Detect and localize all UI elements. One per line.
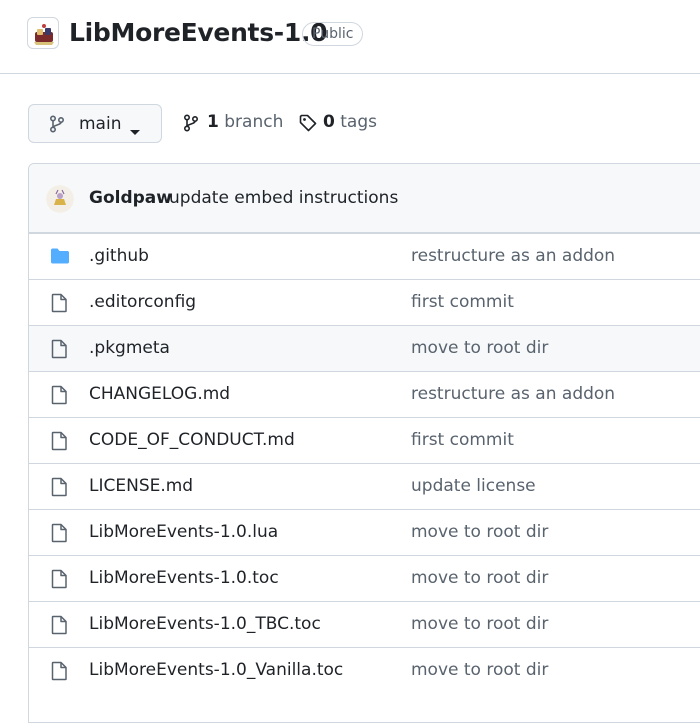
file-commit-message-link[interactable]: restructure as an addon xyxy=(411,245,615,267)
file-name-link[interactable]: LICENSE.md xyxy=(89,475,193,497)
file-row[interactable]: .editorconfig first commit xyxy=(29,279,700,325)
file-commit-message-link[interactable]: first commit xyxy=(411,429,514,451)
file-row[interactable]: LibMoreEvents-1.0_TBC.toc move to root di… xyxy=(29,601,700,647)
branch-select-button[interactable]: main xyxy=(28,104,162,143)
branch-count: 1 xyxy=(207,112,219,132)
file-row[interactable]: CHANGELOG.md restructure as an addon xyxy=(29,371,700,417)
folder-icon xyxy=(50,247,70,269)
file-icon xyxy=(50,661,68,685)
file-commit-message-link[interactable]: move to root dir xyxy=(411,521,548,543)
git-branch-icon xyxy=(49,115,65,137)
file-name-link[interactable]: .editorconfig xyxy=(89,291,196,313)
owner-avatar[interactable] xyxy=(27,17,59,49)
git-branch-icon xyxy=(183,114,199,132)
tag-label: tags xyxy=(340,112,377,132)
file-name-link[interactable]: LibMoreEvents-1.0_Vanilla.toc xyxy=(89,659,343,681)
file-name-link[interactable]: .github xyxy=(89,245,149,267)
file-icon xyxy=(50,523,68,547)
file-icon xyxy=(50,477,68,501)
file-browser: Goldpaw update embed instructions .githu… xyxy=(28,163,700,723)
file-row[interactable]: LibMoreEvents-1.0.lua move to root dir xyxy=(29,509,700,555)
file-row[interactable]: .github restructure as an addon xyxy=(29,233,700,279)
chevron-down-icon xyxy=(130,121,140,140)
file-commit-message-link[interactable]: first commit xyxy=(411,291,514,313)
file-row[interactable]: LibMoreEvents-1.0.toc move to root dir xyxy=(29,555,700,601)
commit-author-avatar[interactable] xyxy=(46,185,74,213)
file-commit-message-link[interactable]: move to root dir xyxy=(411,613,548,635)
tag-count: 0 xyxy=(323,112,335,132)
repo-name[interactable]: LibMoreEvents-1.0 xyxy=(69,15,328,51)
file-icon xyxy=(50,569,68,593)
latest-commit-bar: Goldpaw update embed instructions xyxy=(29,164,700,233)
commit-message[interactable]: update embed instructions xyxy=(169,187,398,209)
file-name-link[interactable]: .pkgmeta xyxy=(89,337,170,359)
file-name-link[interactable]: LibMoreEvents-1.0_TBC.toc xyxy=(89,613,321,635)
file-icon xyxy=(50,385,68,409)
file-icon xyxy=(50,339,68,363)
file-row[interactable]: CODE_OF_CONDUCT.md first commit xyxy=(29,417,700,463)
file-icon xyxy=(50,615,68,639)
file-commit-message-link[interactable]: move to root dir xyxy=(411,337,548,359)
file-row[interactable]: LICENSE.md update license xyxy=(29,463,700,509)
file-commit-message-link[interactable]: move to root dir xyxy=(411,567,548,589)
file-commit-message-link[interactable]: move to root dir xyxy=(411,659,548,681)
visibility-badge: Public xyxy=(302,22,364,46)
file-icon xyxy=(50,431,68,455)
branch-label: branch xyxy=(224,112,284,132)
file-icon xyxy=(50,293,68,317)
file-row[interactable]: LibMoreEvents-1.0_Vanilla.toc move to roo… xyxy=(29,647,700,693)
file-row[interactable]: .pkgmeta move to root dir xyxy=(29,325,700,371)
file-commit-message-link[interactable]: restructure as an addon xyxy=(411,383,615,405)
file-name-link[interactable]: CHANGELOG.md xyxy=(89,383,230,405)
tag-icon xyxy=(299,114,317,132)
file-name-link[interactable]: CODE_OF_CONDUCT.md xyxy=(89,429,295,451)
file-name-link[interactable]: LibMoreEvents-1.0.toc xyxy=(89,567,279,589)
file-commit-message-link[interactable]: update license xyxy=(411,475,536,497)
file-name-link[interactable]: LibMoreEvents-1.0.lua xyxy=(89,521,278,543)
commit-author[interactable]: Goldpaw xyxy=(89,187,172,209)
current-branch-label: main xyxy=(79,114,122,134)
repo-header: LibMoreEvents-1.0 Public xyxy=(0,0,700,74)
